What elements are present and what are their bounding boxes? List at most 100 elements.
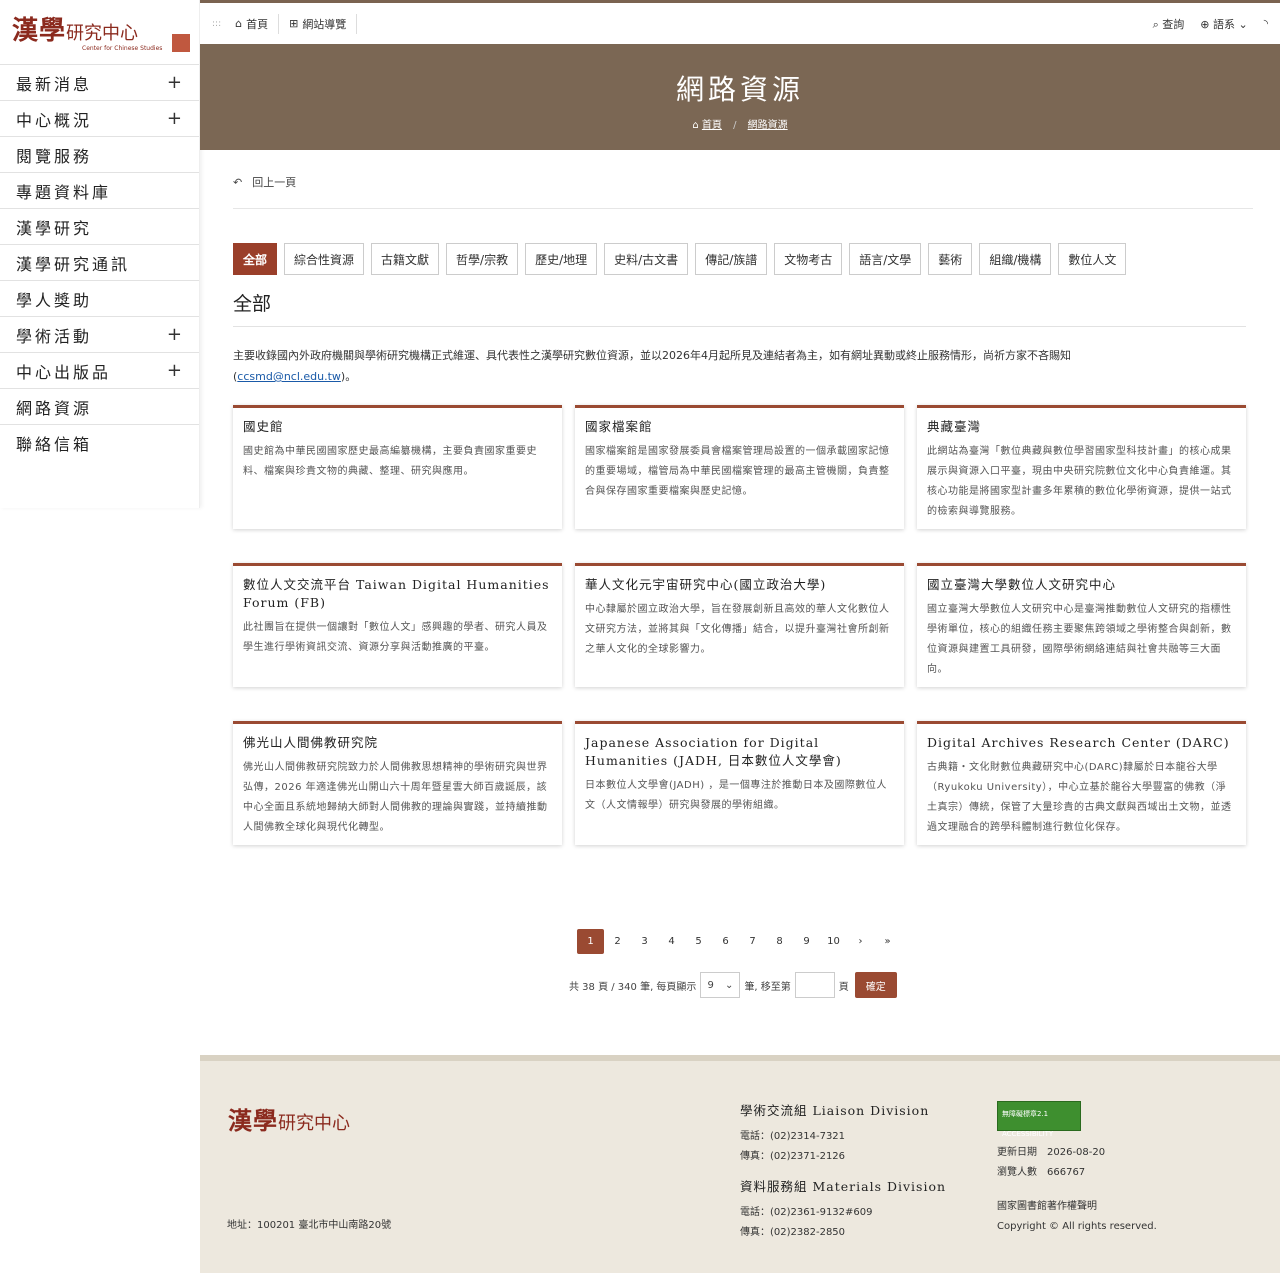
resource-card[interactable]: 數位人文交流平台 Taiwan Digital Humanities Forum…: [233, 563, 562, 687]
filter-tab[interactable]: 歷史/地理: [525, 243, 598, 275]
card-description: 日本數位人文學會(JADH) ，是一個專注於推動日本及國際數位人文（人文情報學）…: [585, 780, 887, 811]
sidebar-item[interactable]: 學人獎助: [0, 280, 199, 316]
card-title[interactable]: Japanese Association for Digital Humanit…: [585, 734, 894, 770]
back-link[interactable]: ↶ 回上一頁: [233, 174, 1253, 190]
rss-link[interactable]: ◝: [1264, 17, 1268, 30]
resource-card[interactable]: 國史館 國史館為中華民國國家歷史最高編纂機構，主要負責國家重要史料、檔案與珍貴文物…: [233, 405, 562, 529]
page-number[interactable]: 7: [739, 929, 766, 954]
copyright-notice-link[interactable]: 國家圖書館著作權聲明: [997, 1197, 1157, 1217]
sidebar-item-label: 網路資源: [16, 398, 93, 418]
card-title[interactable]: 佛光山人間佛教研究院: [243, 734, 552, 752]
sitemap-link[interactable]: ⊞ 網站導覽: [279, 13, 358, 34]
next-page-icon[interactable]: ›: [847, 929, 874, 954]
logo-zh2: 研究中心: [66, 23, 139, 44]
card-description: 佛光山人間佛教研究院致力於人間佛教思想精神的學術研究與世界弘傳，2026 年適逢…: [243, 762, 548, 833]
resource-card[interactable]: 佛光山人間佛教研究院佛光山人間佛教研究院致力於人間佛教思想精神的學術研究與世界弘…: [233, 721, 562, 845]
sidebar-item[interactable]: 閱覽服務: [0, 136, 199, 172]
filter-tab[interactable]: 綜合性資源: [284, 243, 365, 275]
intro-body: 主要收錄國內外政府機關與學術研究機構正式維運、具代表性之漢學研究數位資源，並以2…: [233, 349, 1071, 362]
logo-en: Center for Chinese Studies: [82, 45, 163, 52]
page-number[interactable]: 9: [793, 929, 820, 954]
sidebar-item[interactable]: 中心概況 +: [0, 100, 199, 136]
page-number[interactable]: 10: [820, 929, 847, 954]
home-icon: ⌂: [692, 120, 699, 131]
page-number[interactable]: 5: [685, 929, 712, 954]
page-number[interactable]: 1: [577, 929, 604, 954]
card-title[interactable]: 國史館: [243, 418, 552, 436]
goto-page-input[interactable]: [794, 972, 835, 998]
liaison-fax: 傳真：(02)2371-2126: [740, 1151, 846, 1162]
card-title[interactable]: Digital Archives Research Center (DARC): [927, 734, 1236, 752]
resource-card[interactable]: 國家檔案館 國家檔案館是國家發展委員會檔案管理局設置的一個承載國家記憶的重要場域，…: [575, 405, 904, 529]
sidebar-item-label: 聯絡信箱: [16, 434, 93, 454]
breadcrumb-home[interactable]: 首頁: [702, 120, 722, 131]
filter-tab[interactable]: 數位人文: [1058, 243, 1127, 275]
search-button[interactable]: ⌕ 查詢: [1153, 16, 1185, 32]
sidebar-item[interactable]: 專題資料庫: [0, 172, 199, 208]
resource-card[interactable]: 典藏臺灣 此網站為臺灣「數位典藏與數位學習國家型科技計畫」的核心成果展示與資源入口…: [917, 405, 1246, 529]
sidebar-menu: 最新消息 + 中心概況 + 閱覽服務 專題資料庫 漢學研究 漢學研究通訊 學人獎助 學術活動 + 中心…: [0, 64, 199, 460]
confirm-button[interactable]: 確定: [854, 972, 897, 998]
sidebar-item-label: 學術活動: [16, 326, 93, 346]
filter-tab[interactable]: 傳記/族譜: [695, 243, 768, 275]
search-label: 查詢: [1162, 17, 1185, 31]
globe-icon: ⊕: [1200, 17, 1210, 31]
filter-tab[interactable]: 文物考古: [774, 243, 843, 275]
sidebar-item-label: 閱覽服務: [16, 146, 93, 166]
sidebar-item[interactable]: 漢學研究: [0, 208, 199, 244]
resource-card[interactable]: Japanese Association for Digital Humanit…: [575, 721, 904, 845]
divider: [233, 208, 1253, 209]
card-title[interactable]: 典藏臺灣: [927, 418, 1236, 436]
page-info-suffix: 頁: [838, 981, 849, 993]
filter-tab[interactable]: 藝術: [928, 243, 973, 275]
filter-tab[interactable]: 組織/機構: [979, 243, 1052, 275]
breadcrumb-current[interactable]: 網路資源: [748, 120, 788, 131]
filter-tab[interactable]: 全部: [233, 243, 278, 275]
materials-fax: 傳真：(02)2382-2850: [740, 1227, 846, 1238]
card-title[interactable]: 國立臺灣大學數位人文研究中心: [927, 576, 1236, 594]
filter-tab[interactable]: 語言/文學: [849, 243, 922, 275]
search-icon: ⌕: [1152, 17, 1159, 31]
sidebar: 漢學研究中心 Center for Chinese Studies 最新消息 + 中…: [0, 0, 200, 508]
sidebar-item[interactable]: 漢學研究通訊: [0, 244, 199, 280]
plus-icon: +: [166, 360, 185, 381]
sidebar-item[interactable]: 網路資源: [0, 388, 199, 424]
sidebar-item[interactable]: 最新消息 +: [0, 64, 199, 100]
page-number[interactable]: 3: [631, 929, 658, 954]
language-label: 語系: [1213, 17, 1236, 31]
sidebar-item[interactable]: 中心出版品 +: [0, 352, 199, 388]
update-date: 更新日期 2026-08-20: [997, 1147, 1106, 1158]
liaison-tel: 電話：(02)2314-7321: [740, 1131, 846, 1142]
pagination: 1 2 3 4 5 6 7 8 9 10 ›»: [577, 929, 901, 954]
filter-tab[interactable]: 史料/古文書: [604, 243, 689, 275]
home-icon: ⌂: [235, 17, 243, 30]
last-page-icon[interactable]: »: [874, 929, 901, 954]
footer-logo-zh2: 研究中心: [278, 1113, 350, 1134]
footer-logo-zh: 漢學: [228, 1106, 278, 1135]
plus-icon: +: [166, 72, 185, 93]
page-number[interactable]: 8: [766, 929, 793, 954]
resource-card[interactable]: Digital Archives Research Center (DARC) 古…: [917, 721, 1246, 845]
resource-card[interactable]: 華人文化元宇宙研究中心(國立政治大學) 中心隸屬於國立政治大學，旨在發展創新且高效…: [575, 563, 904, 687]
page-number[interactable]: 2: [604, 929, 631, 954]
card-title[interactable]: 國家檔案館: [585, 418, 894, 436]
footer-logo[interactable]: 漢學研究中心: [228, 1101, 350, 1136]
per-page-select[interactable]: 9 ⌄: [700, 972, 741, 998]
card-title[interactable]: 華人文化元宇宙研究中心(國立政治大學): [585, 576, 894, 594]
contact-email-link[interactable]: ccsmd@ncl.edu.tw: [237, 370, 341, 383]
card-description: 此社團旨在提供一個讓對「數位人文」感興趣的學者、研究人員及學生進行學術資訊交流、…: [243, 622, 548, 653]
sidebar-item[interactable]: 學術活動 +: [0, 316, 199, 352]
filter-tab[interactable]: 古籍文獻: [371, 243, 440, 275]
sidebar-item[interactable]: 聯絡信箱: [0, 424, 199, 460]
filter-tab[interactable]: 哲學/宗教: [446, 243, 519, 275]
home-link[interactable]: ⌂ 首頁: [225, 13, 280, 34]
resource-card[interactable]: 國立臺灣大學數位人文研究中心 國立臺灣大學數位人文研究中心是臺灣推動數位人文研究的…: [917, 563, 1246, 687]
page-number[interactable]: 4: [658, 929, 685, 954]
visitor-count: 瀏覽人數 666767: [997, 1167, 1086, 1178]
page-title: 網路資源: [675, 73, 804, 106]
language-dropdown[interactable]: ⊕ 語系 ⌄: [1200, 16, 1247, 32]
accessibility-badge[interactable]: 無障礙標章2.1 ACCESSIBILITY: [997, 1101, 1081, 1138]
site-logo[interactable]: 漢學研究中心 Center for Chinese Studies: [0, 0, 199, 64]
page-number[interactable]: 6: [712, 929, 739, 954]
card-title[interactable]: 數位人文交流平台 Taiwan Digital Humanities Forum…: [243, 576, 552, 612]
